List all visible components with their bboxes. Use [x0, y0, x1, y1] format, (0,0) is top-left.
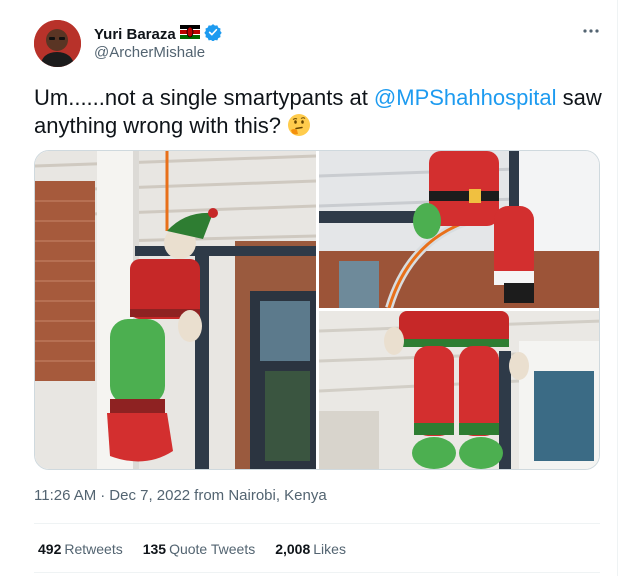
- mention-link[interactable]: @MPShahhospital: [374, 85, 557, 110]
- right-border: [617, 0, 618, 576]
- retweets-count: 492: [38, 541, 62, 557]
- quote-tweets-stat[interactable]: 135 Quote Tweets: [143, 541, 256, 557]
- likes-stat[interactable]: 2,008 Likes: [275, 541, 346, 557]
- more-dots-icon: [583, 29, 599, 33]
- media-grid: [34, 150, 600, 470]
- likes-label: Likes: [313, 541, 346, 557]
- tweet-date[interactable]: Dec 7, 2022: [109, 487, 190, 504]
- tweet-time[interactable]: 11:26 AM: [34, 487, 96, 504]
- quote-tweets-count: 135: [142, 541, 167, 557]
- timestamp-row: 11:26 AM · Dec 7, 2022 from Nairobi, Ken…: [34, 487, 327, 504]
- divider-bottom: [34, 572, 600, 573]
- media-photo-2[interactable]: [319, 151, 599, 308]
- media-photo-1[interactable]: [35, 151, 316, 469]
- tweet-text: Um......not a single smartypants at @MPS…: [34, 84, 604, 144]
- retweets-label: Retweets: [64, 541, 123, 557]
- media-photo-3[interactable]: [319, 311, 599, 469]
- hanging-santa-doll-photo: [319, 151, 599, 308]
- tweet-text-before: Um......not a single smartypants at: [34, 85, 374, 110]
- tweet-location: from Nairobi, Kenya: [194, 487, 327, 504]
- author-name-row[interactable]: Yuri Baraza: [94, 23, 222, 46]
- hanging-elf-doll-photo: [35, 151, 316, 469]
- quote-tweets-label: Quote Tweets: [169, 541, 256, 557]
- kenya-flag-icon: [179, 25, 200, 44]
- avatar[interactable]: [34, 20, 81, 67]
- engagement-stats: 492 Retweets 135 Quote Tweets 2,008 Likes: [38, 541, 346, 557]
- author-handle[interactable]: @ArcherMishale: [94, 44, 205, 61]
- verified-badge-icon: [204, 23, 222, 46]
- retweets-stat[interactable]: 492 Retweets: [38, 541, 123, 557]
- likes-count: 2,008: [275, 541, 311, 557]
- divider-top: [34, 523, 600, 524]
- timestamp-separator: ·: [100, 487, 106, 504]
- more-options-button[interactable]: [582, 22, 600, 40]
- thinking-face-icon: [287, 113, 311, 144]
- hanging-elf-legs-photo: [319, 311, 599, 469]
- tweet-card: Yuri Baraza @ArcherMishale Um......not a…: [0, 0, 622, 576]
- author-name[interactable]: Yuri Baraza: [94, 26, 176, 43]
